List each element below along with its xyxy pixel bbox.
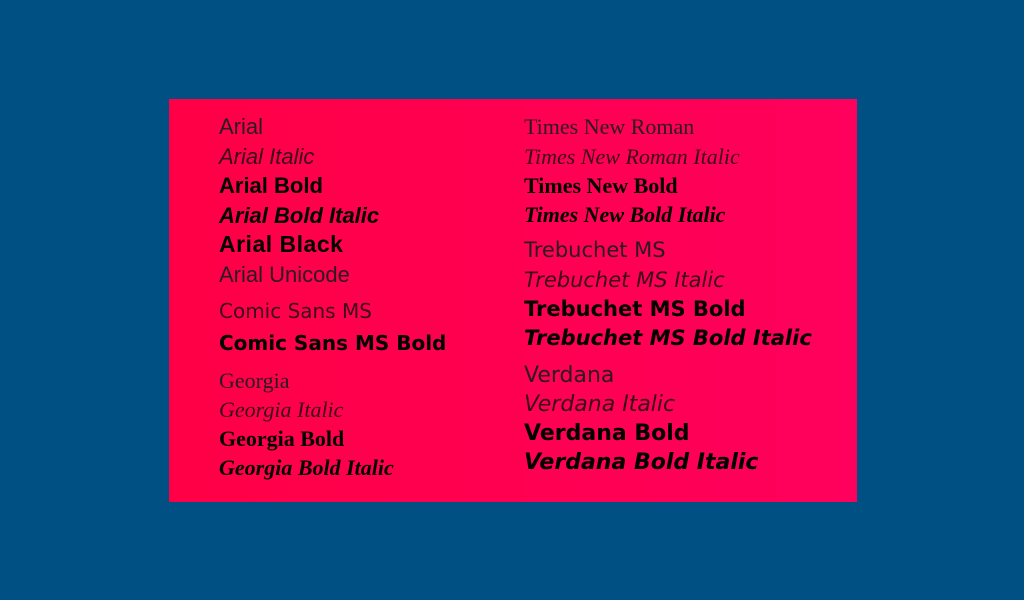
font-sample-trebuchet-bold-italic: Trebuchet MS Bold Italic (524, 326, 812, 350)
font-sample-verdana-bold-italic: Verdana Bold Italic (524, 450, 759, 475)
font-sample-arial-bold-italic: Arial Bold Italic (219, 203, 380, 228)
font-sample-times-italic: Times New Roman Italic (524, 144, 740, 169)
font-sample-verdana-italic: Verdana Italic (524, 392, 676, 417)
font-sample-times-bold: Times New Bold (524, 173, 678, 198)
font-sample-trebuchet: Trebuchet MS (524, 238, 666, 262)
font-sample-times-bold-italic: Times New Bold Italic (524, 202, 726, 227)
font-sample-arial-italic: Arial Italic (219, 144, 315, 169)
font-sample-comic-sans-bold: Comic Sans MS Bold (219, 331, 447, 355)
font-sample-verdana: Verdana (524, 363, 615, 388)
font-sample-trebuchet-bold: Trebuchet MS Bold (524, 297, 746, 321)
font-sample-georgia-bold-italic: Georgia Bold Italic (219, 455, 394, 480)
font-sample-arial-black: Arial Black (219, 231, 344, 257)
font-sample-times: Times New Roman (524, 114, 695, 139)
font-sample-georgia-bold: Georgia Bold (219, 426, 345, 451)
font-sample-georgia: Georgia (219, 368, 290, 393)
font-sample-verdana-bold: Verdana Bold (524, 421, 690, 446)
font-sample-panel: Arial Arial Italic Arial Bold Arial Bold… (169, 99, 857, 502)
font-sample-trebuchet-italic: Trebuchet MS Italic (524, 268, 725, 292)
font-sample-arial-bold: Arial Bold (219, 173, 323, 198)
font-sample-arial-unicode: Arial Unicode (219, 262, 350, 287)
font-sample-arial: Arial (219, 114, 264, 139)
font-sample-comic-sans: Comic Sans MS (219, 299, 372, 323)
font-sample-georgia-italic: Georgia Italic (219, 397, 344, 422)
